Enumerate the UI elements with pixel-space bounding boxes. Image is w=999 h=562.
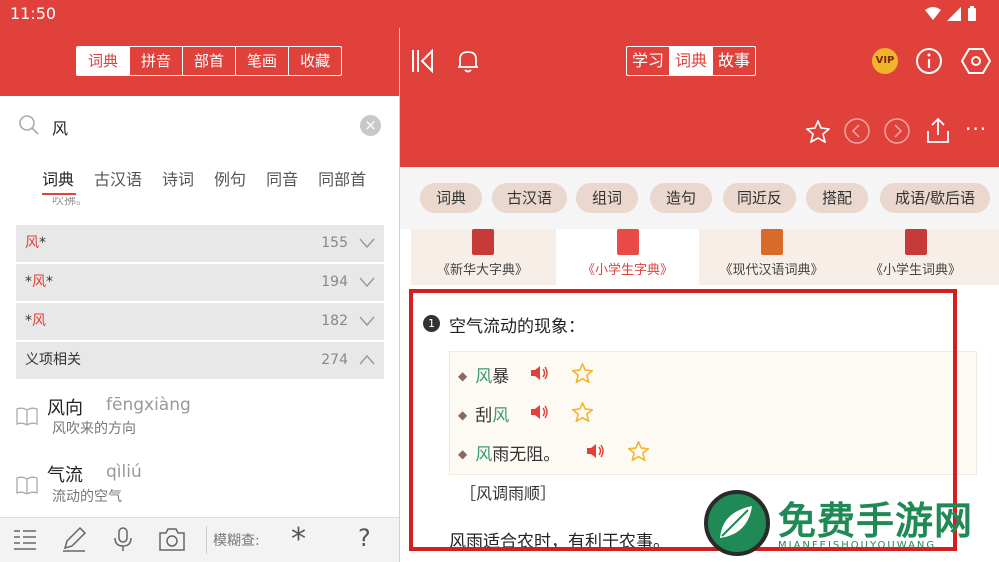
- camera-icon[interactable]: [158, 526, 186, 552]
- entry-word[interactable]: 风向: [47, 394, 83, 420]
- keyboard-icon[interactable]: [12, 526, 38, 552]
- chevron-down-icon: [359, 316, 375, 327]
- wildcard-button[interactable]: *: [291, 522, 306, 557]
- clock: 11:50: [10, 4, 57, 23]
- search-icon: [19, 115, 39, 135]
- book-cover: [616, 229, 639, 255]
- entry-word[interactable]: 气流: [47, 461, 83, 487]
- result-group[interactable]: *风* 194: [16, 264, 384, 301]
- group-label: 风*: [25, 235, 46, 251]
- vip-badge[interactable]: VIP: [872, 48, 898, 74]
- chip-sentences[interactable]: 造句: [650, 183, 712, 213]
- tab-dictionary-view[interactable]: 词典: [670, 47, 714, 75]
- help-button[interactable]: ?: [358, 524, 371, 552]
- book-icon: [16, 407, 38, 426]
- system-icons: [925, 6, 977, 22]
- book-tab[interactable]: 《现代汉语词典》: [700, 229, 843, 285]
- app: 11:50 词典 拼音 部首 笔画 收藏 风 × 词典 古汉语 诗词 例句 同音…: [0, 0, 999, 562]
- watermark-title: 免费手游网: [778, 498, 974, 543]
- chip-synonyms[interactable]: 同近反: [723, 183, 796, 213]
- book-title: 《现代汉语词典》: [719, 263, 824, 278]
- watermark-logo: [704, 490, 770, 556]
- more-button[interactable]: ···: [965, 117, 987, 141]
- tab-dictionary[interactable]: 词典: [77, 47, 131, 75]
- chip-collocations[interactable]: 搭配: [806, 183, 868, 213]
- book-title: 《小学生字典》: [581, 263, 673, 278]
- entry-pinyin: qìliú: [106, 462, 142, 482]
- group-count: 155: [321, 235, 348, 251]
- chip-dictionary[interactable]: 词典: [420, 183, 482, 213]
- book-tab[interactable]: 《小学生字典》: [556, 229, 699, 285]
- battery-icon: [968, 6, 976, 21]
- group-label: *风: [25, 313, 46, 329]
- group-count: 194: [321, 274, 348, 290]
- collapse-panel-icon[interactable]: [410, 48, 436, 74]
- settings-icon[interactable]: [961, 47, 991, 75]
- microphone-icon[interactable]: [110, 526, 136, 552]
- watermark-subtitle: MIANFEISHOUYOUWANG: [778, 540, 937, 551]
- bottom-toolbar: [0, 517, 399, 562]
- category-tab-examples[interactable]: 例句: [214, 166, 246, 190]
- chevron-down-icon: [359, 277, 375, 288]
- book-icon: [16, 476, 38, 495]
- chip-idioms[interactable]: 成语/歇后语: [880, 183, 990, 213]
- book-cover: [471, 229, 494, 255]
- group-count: 274: [321, 352, 348, 368]
- leaf-icon: [720, 506, 752, 538]
- wifi-icon: [925, 7, 941, 20]
- tab-study[interactable]: 学习: [627, 47, 671, 75]
- nav-tabs: 学习 词典 故事: [626, 46, 757, 76]
- fuzzy-search-label: 模糊查:: [213, 533, 260, 549]
- tab-pinyin[interactable]: 拼音: [130, 47, 184, 75]
- share-icon[interactable]: [925, 117, 951, 144]
- category-tab-poetry[interactable]: 诗词: [162, 166, 194, 190]
- category-tabs: 词典 古汉语 诗词 例句 同音 同部首: [42, 166, 366, 190]
- entry-definition: 流动的空气: [52, 489, 122, 505]
- info-icon[interactable]: [915, 47, 943, 75]
- mode-tabs: 词典 拼音 部首 笔画 收藏: [76, 46, 343, 76]
- chip-classical[interactable]: 古汉语: [492, 183, 567, 213]
- active-category-underline: [42, 193, 76, 195]
- tab-stories[interactable]: 故事: [713, 47, 755, 75]
- category-tab-homophones[interactable]: 同音: [266, 166, 298, 190]
- category-tab-same-radical[interactable]: 同部首: [318, 166, 366, 190]
- star-icon[interactable]: [806, 120, 830, 143]
- tab-favorites[interactable]: 收藏: [289, 47, 341, 75]
- category-tab-dictionary[interactable]: 词典: [42, 166, 74, 190]
- chevron-down-icon: [359, 238, 375, 249]
- result-group[interactable]: *风 182: [16, 303, 384, 340]
- signal-icon: [947, 7, 961, 21]
- previous-icon[interactable]: [843, 117, 871, 145]
- book-cover: [904, 229, 927, 255]
- tab-radical[interactable]: 部首: [183, 47, 237, 75]
- pencil-icon[interactable]: [61, 526, 87, 552]
- toolbar-divider: [206, 526, 207, 554]
- chevron-up-icon: [359, 354, 375, 365]
- status-bar: [0, 0, 999, 28]
- bell-icon[interactable]: [456, 48, 480, 74]
- entry-pinyin: fēngxiàng: [106, 395, 191, 415]
- scrolled-text: 吹拂。: [52, 197, 89, 207]
- tab-strokes[interactable]: 笔画: [236, 47, 290, 75]
- chip-compounds[interactable]: 组词: [576, 183, 638, 213]
- search-input[interactable]: 风: [52, 115, 68, 139]
- group-count: 182: [321, 313, 348, 329]
- group-label: 义项相关: [25, 352, 81, 368]
- group-label: *风*: [25, 274, 53, 290]
- clear-search-button[interactable]: ×: [360, 115, 381, 136]
- book-title: 《小学生词典》: [869, 263, 961, 278]
- book-tab[interactable]: 《新华大字典》: [411, 229, 554, 285]
- book-cover: [760, 229, 783, 255]
- result-group[interactable]: 风* 155: [16, 225, 384, 262]
- result-group[interactable]: 义项相关 274: [16, 342, 384, 379]
- next-icon[interactable]: [883, 117, 911, 145]
- book-tab[interactable]: 《小学生词典》: [844, 229, 987, 285]
- book-title: 《新华大字典》: [436, 263, 528, 278]
- category-tab-classical[interactable]: 古汉语: [94, 166, 142, 190]
- entry-definition: 风吹来的方向: [52, 421, 136, 437]
